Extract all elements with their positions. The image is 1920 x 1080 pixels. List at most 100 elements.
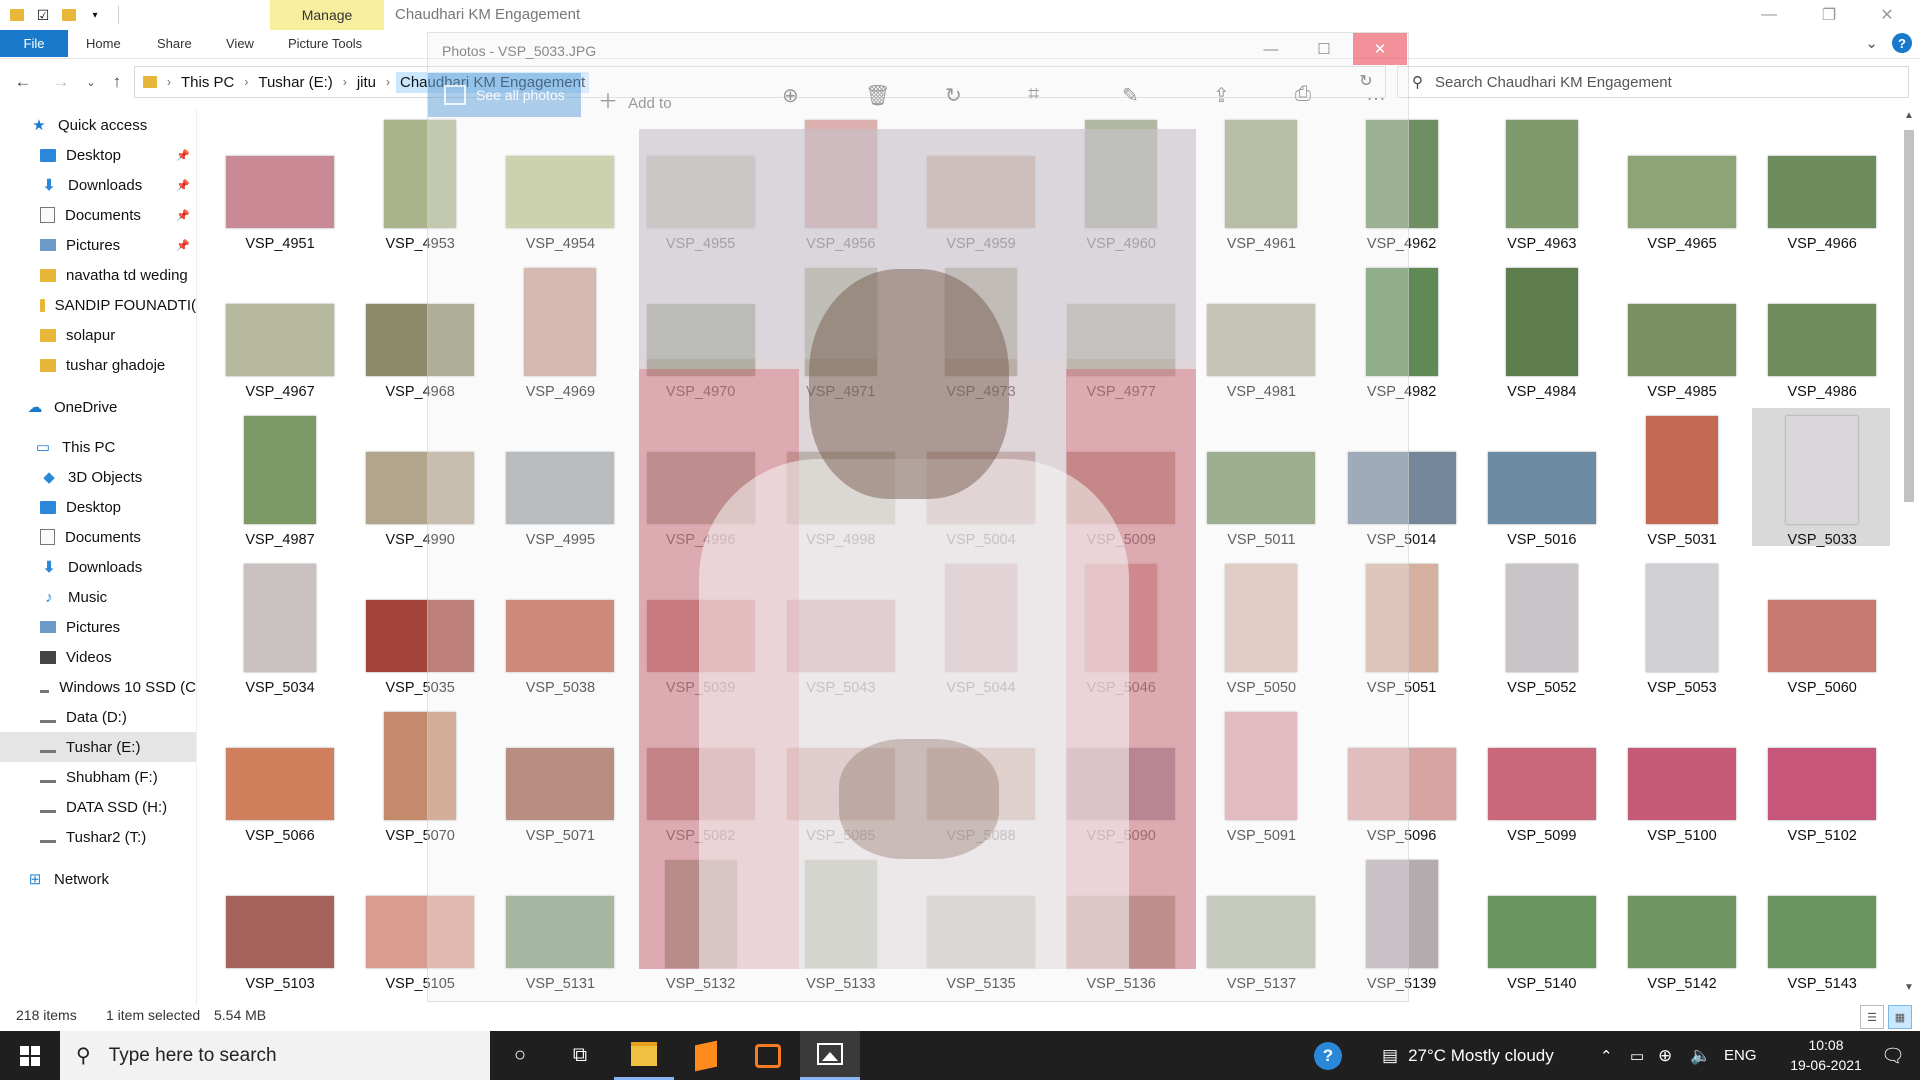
share-icon[interactable]: ⇪ [1213, 83, 1230, 108]
scroll-down-icon[interactable]: ▼ [1900, 982, 1918, 998]
sidebar-item[interactable]: Documents [0, 522, 196, 552]
scroll-up-icon[interactable]: ▲ [1900, 110, 1918, 126]
file-item[interactable]: VSP_5033 [1752, 408, 1890, 548]
chevron-right-icon[interactable]: › [167, 75, 171, 89]
vertical-scrollbar[interactable]: ▲ ▼ [1900, 110, 1918, 998]
photos-maximize-button[interactable]: ☐ [1297, 33, 1351, 65]
add-to-button[interactable]: ＋ Add to [598, 85, 672, 114]
sidebar-item[interactable]: Desktop [0, 492, 196, 522]
sidebar-item[interactable]: solapur [0, 320, 196, 350]
tab-home[interactable]: Home [86, 30, 121, 57]
help-icon[interactable]: ? [1892, 33, 1912, 53]
customize-toolbar-icon[interactable]: ▾ [86, 6, 104, 24]
sidebar-item[interactable]: Shubham (F:) [0, 762, 196, 792]
network-icon[interactable]: ⊕ [1658, 1031, 1672, 1080]
sidebar-item[interactable]: Videos [0, 642, 196, 672]
file-item[interactable]: VSP_5099 [1472, 704, 1612, 844]
file-item[interactable]: VSP_5060 [1752, 556, 1890, 696]
file-item[interactable]: VSP_4965 [1612, 112, 1752, 252]
crop-icon[interactable]: ⌗ [1028, 83, 1039, 106]
cortana-icon[interactable]: ○ [490, 1031, 550, 1080]
file-item[interactable]: VSP_5052 [1472, 556, 1612, 696]
file-item[interactable]: VSP_5034 [210, 556, 350, 696]
sidebar-item[interactable]: ◆ 3D Objects [0, 462, 196, 492]
task-view-icon[interactable]: ⧉ [550, 1031, 610, 1080]
xampp-app-icon[interactable] [738, 1031, 798, 1080]
battery-icon[interactable]: ▭ [1630, 1031, 1644, 1080]
taskbar-search-input[interactable]: Type here to search [109, 1045, 277, 1067]
expand-ribbon-icon[interactable]: ⌄ [1865, 34, 1878, 52]
file-item[interactable]: VSP_5100 [1612, 704, 1752, 844]
file-item[interactable]: VSP_4963 [1472, 112, 1612, 252]
photo-display[interactable] [639, 129, 1196, 969]
rotate-icon[interactable]: ↻ [945, 83, 962, 108]
sidebar-item[interactable]: ☁ OneDrive [0, 392, 196, 422]
sidebar-item[interactable]: Pictures 📌 [0, 230, 196, 260]
volume-icon[interactable]: 🔈 [1690, 1031, 1711, 1080]
sublime-text-app-icon[interactable] [676, 1031, 736, 1080]
file-item[interactable]: VSP_4985 [1612, 260, 1752, 400]
file-item[interactable]: VSP_5140 [1472, 852, 1612, 992]
file-item[interactable]: VSP_5066 [210, 704, 350, 844]
edit-icon[interactable]: ✎ [1122, 83, 1139, 108]
sidebar-item[interactable]: Windows 10 SSD (C [0, 672, 196, 702]
sidebar-item[interactable]: navatha td weding [0, 260, 196, 290]
chevron-right-icon[interactable]: › [386, 75, 390, 89]
close-button[interactable]: ✕ [1864, 0, 1910, 30]
notification-icon[interactable]: 🗨 [1866, 1031, 1920, 1080]
sidebar-item[interactable]: Documents 📌 [0, 200, 196, 230]
sidebar-item[interactable]: Tushar (E:) [0, 732, 196, 762]
tab-share[interactable]: Share [157, 30, 192, 57]
help-tray-icon[interactable]: ? [1314, 1031, 1342, 1080]
file-item[interactable]: VSP_4986 [1752, 260, 1890, 400]
file-item[interactable]: VSP_5102 [1752, 704, 1890, 844]
tab-view[interactable]: View [226, 30, 254, 57]
start-button[interactable] [0, 1031, 60, 1080]
back-button[interactable]: ← [10, 64, 36, 100]
sidebar-item[interactable]: Pictures [0, 612, 196, 642]
photos-viewer-window[interactable]: Photos - VSP_5033.JPG — ☐ ✕ See all phot… [427, 32, 1409, 1002]
sidebar-item[interactable]: ⊞ Network [0, 864, 196, 894]
sidebar-item[interactable]: ★ Quick access [0, 110, 196, 140]
file-item[interactable]: VSP_4987 [210, 408, 350, 548]
breadcrumb-jitu[interactable]: jitu [357, 74, 376, 91]
file-item[interactable]: VSP_5016 [1472, 408, 1612, 548]
details-view-icon[interactable]: ☰ [1860, 1005, 1884, 1029]
file-item[interactable]: VSP_5142 [1612, 852, 1752, 992]
file-item[interactable]: VSP_4966 [1752, 112, 1890, 252]
chevron-right-icon[interactable]: › [343, 75, 347, 89]
clock[interactable]: 10:08 19-06-2021 [1776, 1035, 1876, 1075]
breadcrumb-this-pc[interactable]: This PC [181, 74, 234, 91]
print-icon[interactable]: ⎙ [1295, 83, 1311, 106]
properties-icon[interactable]: ☑ [34, 6, 52, 24]
recent-locations-icon[interactable]: ⌄ [78, 64, 104, 100]
photos-app-icon[interactable] [800, 1031, 860, 1080]
sidebar-item[interactable]: ⬇ Downloads 📌 [0, 170, 196, 200]
file-item[interactable]: VSP_5053 [1612, 556, 1752, 696]
sidebar-item[interactable]: DATA SSD (H:) [0, 792, 196, 822]
delete-icon[interactable]: 🗑 [865, 83, 890, 108]
scrollbar-thumb[interactable] [1904, 130, 1914, 502]
search-box[interactable]: ⚲ Search Chaudhari KM Engagement [1397, 66, 1909, 98]
file-item[interactable]: VSP_5103 [210, 852, 350, 992]
weather-widget[interactable]: ▤ 27°C Mostly cloudy [1382, 1031, 1554, 1080]
chevron-right-icon[interactable]: › [244, 75, 248, 89]
language-indicator[interactable]: ENG [1724, 1031, 1757, 1080]
file-item[interactable]: VSP_4967 [210, 260, 350, 400]
file-item[interactable]: VSP_4951 [210, 112, 350, 252]
photos-minimize-button[interactable]: — [1244, 33, 1298, 65]
sidebar-item[interactable]: ⬇ Downloads [0, 552, 196, 582]
sidebar-item[interactable]: Data (D:) [0, 702, 196, 732]
file-item[interactable]: VSP_5031 [1612, 408, 1752, 548]
sidebar-item[interactable]: Desktop 📌 [0, 140, 196, 170]
new-folder-icon[interactable] [60, 6, 78, 24]
forward-button[interactable]: → [48, 64, 74, 100]
zoom-in-icon[interactable]: ⊕ [782, 83, 799, 108]
tab-picture-tools[interactable]: Picture Tools [288, 30, 362, 57]
up-button[interactable]: ↑ [104, 64, 130, 100]
tab-file[interactable]: File [0, 30, 68, 57]
search-input[interactable]: Search Chaudhari KM Engagement [1435, 74, 1672, 91]
breadcrumb-drive[interactable]: Tushar (E:) [258, 74, 332, 91]
restore-button[interactable]: ❐ [1806, 0, 1852, 30]
photos-close-button[interactable]: ✕ [1353, 33, 1407, 65]
